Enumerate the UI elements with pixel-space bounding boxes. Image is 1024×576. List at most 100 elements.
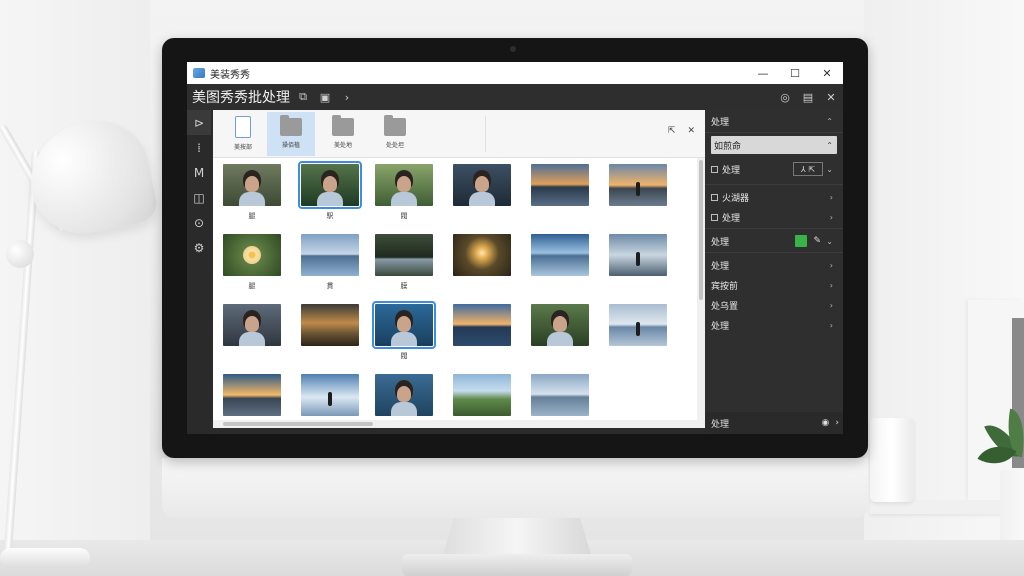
photo-silhouette bbox=[328, 392, 332, 406]
expand-button[interactable]: › bbox=[338, 88, 356, 106]
minimize-button[interactable]: — bbox=[747, 62, 779, 84]
color-swatch[interactable] bbox=[795, 235, 807, 247]
sticker-icon[interactable]: ⊙ bbox=[187, 210, 211, 235]
app-header-title: 美图秀秀批处理 bbox=[192, 90, 290, 106]
option-label: 处理 bbox=[722, 165, 741, 176]
collapse-icon[interactable]: ⇱ bbox=[668, 126, 676, 136]
photo-subject-body bbox=[239, 192, 265, 206]
settings-icon[interactable]: ⚙ bbox=[187, 235, 211, 260]
image-thumbnail[interactable] bbox=[609, 164, 667, 206]
image-thumbnail[interactable] bbox=[223, 304, 281, 346]
image-thumbnail[interactable] bbox=[531, 304, 589, 346]
photo-silhouette bbox=[636, 252, 640, 266]
folder-icon bbox=[280, 115, 302, 136]
divider bbox=[485, 116, 486, 152]
preview-button[interactable]: ◉ bbox=[822, 418, 830, 428]
folder-item[interactable]: 处处坦 bbox=[371, 112, 419, 156]
monitor-stand bbox=[402, 554, 632, 576]
folder-item[interactable]: 美处地 bbox=[319, 112, 367, 156]
image-thumbnail[interactable] bbox=[298, 161, 362, 209]
folder-icon bbox=[384, 115, 406, 136]
image-thumbnail[interactable] bbox=[223, 234, 281, 276]
adjust-icon[interactable]: ⁞ bbox=[187, 135, 211, 160]
panel-nav-row[interactable]: 处乌置 › bbox=[711, 296, 837, 314]
thumbnail-grid: 腿駅閥腿貫膜閥 bbox=[213, 158, 697, 420]
preset-select[interactable]: 如煎命 ⌃ bbox=[711, 136, 837, 154]
image-thumbnail[interactable] bbox=[301, 234, 359, 276]
option-label: 处理 bbox=[711, 237, 730, 248]
image-thumbnail[interactable] bbox=[531, 164, 589, 206]
photo-subject bbox=[397, 316, 411, 332]
panel-nav-row[interactable]: 宾按前 › bbox=[711, 276, 837, 294]
vertical-scrollbar[interactable] bbox=[697, 158, 705, 420]
panel-option-row[interactable]: 处理 ✎ ⌄ bbox=[711, 232, 837, 250]
text-icon[interactable]: M bbox=[187, 160, 211, 185]
panel-option-row[interactable]: 处理 ⅄ ⇱ ⌄ bbox=[711, 160, 837, 178]
photo-flower bbox=[243, 246, 261, 264]
chevron-down-icon[interactable]: ⌄ bbox=[826, 237, 833, 246]
image-thumbnail[interactable] bbox=[453, 374, 511, 416]
panel-option-row[interactable]: 火湖器 › bbox=[711, 188, 837, 206]
panel-option-row[interactable]: 处理 › bbox=[711, 208, 837, 226]
image-thumbnail[interactable] bbox=[301, 304, 359, 346]
folder-label: 美处地 bbox=[333, 142, 352, 149]
toolbar-close-button[interactable]: ✕ bbox=[822, 88, 840, 106]
search-button[interactable]: ◎ bbox=[776, 88, 794, 106]
image-thumbnail[interactable] bbox=[375, 164, 433, 206]
image-thumbnail[interactable] bbox=[531, 374, 589, 416]
horizontal-scrollbar[interactable] bbox=[213, 420, 705, 428]
monitor: 美装秀秀 — ☐ ✕ 美图秀秀批处理 ⧉ ▣ › ◎ ▤ ✕ ⊳ ⁞ M ◫ ⊙… bbox=[162, 38, 868, 458]
layers-button[interactable]: ⧉ bbox=[294, 88, 312, 106]
view-button[interactable]: ▣ bbox=[316, 88, 334, 106]
thumbnail-label: 駅 bbox=[326, 212, 334, 220]
image-thumbnail[interactable] bbox=[531, 234, 589, 276]
chevron-up-icon[interactable]: ⌃ bbox=[826, 117, 833, 126]
photo-subject bbox=[397, 176, 411, 192]
checkbox[interactable] bbox=[711, 193, 718, 201]
option-label: 宾按前 bbox=[711, 281, 739, 292]
lamp-base bbox=[0, 548, 90, 568]
maximize-button[interactable]: ☐ bbox=[779, 62, 811, 84]
folder-item[interactable]: 美按部 bbox=[219, 112, 267, 156]
photo-subject bbox=[245, 176, 259, 192]
checkbox[interactable] bbox=[711, 213, 718, 221]
thumbnail-label: 腿 bbox=[248, 212, 256, 220]
image-thumbnail[interactable] bbox=[301, 374, 359, 416]
image-thumbnail[interactable] bbox=[372, 301, 436, 349]
chevron-right-icon: › bbox=[829, 300, 833, 310]
panel-nav-row[interactable]: 处理 › bbox=[711, 316, 837, 334]
next-button[interactable]: › bbox=[835, 418, 839, 428]
option-label: 处理 bbox=[722, 213, 741, 224]
chevron-down-icon[interactable]: ⌄ bbox=[826, 165, 833, 174]
chevron-up-icon: ⌃ bbox=[826, 140, 833, 150]
tool-rail: ⊳ ⁞ M ◫ ⊙ ⚙ bbox=[187, 110, 211, 434]
checkbox[interactable] bbox=[711, 165, 718, 173]
close-icon[interactable]: ✕ bbox=[687, 126, 695, 136]
scrollbar-thumb[interactable] bbox=[699, 160, 703, 300]
close-button[interactable]: ✕ bbox=[811, 62, 843, 84]
image-thumbnail[interactable] bbox=[453, 164, 511, 206]
window-title: 美装秀秀 bbox=[210, 69, 250, 81]
panel-toggle-button[interactable]: ▤ bbox=[799, 88, 817, 106]
option-label: 处乌置 bbox=[711, 301, 739, 312]
folder-item-selected[interactable]: 操佰植 bbox=[267, 112, 315, 156]
monitor-neck bbox=[442, 518, 592, 558]
edit-icon[interactable]: ✎ bbox=[813, 236, 821, 246]
image-thumbnail[interactable] bbox=[223, 164, 281, 206]
folder-label: 操佰植 bbox=[281, 142, 300, 149]
option-button[interactable]: ⅄ ⇱ bbox=[793, 162, 823, 176]
image-thumbnail[interactable] bbox=[223, 374, 281, 416]
frame-icon[interactable]: ◫ bbox=[187, 185, 211, 210]
image-thumbnail[interactable] bbox=[375, 234, 433, 276]
image-thumbnail[interactable] bbox=[375, 374, 433, 416]
panel-nav-row[interactable]: 处理 › bbox=[711, 256, 837, 274]
thumbnail-label: 閥 bbox=[400, 352, 408, 360]
crop-icon[interactable]: ⊳ bbox=[187, 110, 211, 135]
image-thumbnail[interactable] bbox=[453, 234, 511, 276]
image-thumbnail[interactable] bbox=[609, 234, 667, 276]
thumbnail-label: 貫 bbox=[326, 282, 334, 290]
image-thumbnail[interactable] bbox=[453, 304, 511, 346]
image-thumbnail[interactable] bbox=[609, 304, 667, 346]
scrollbar-thumb[interactable] bbox=[223, 422, 373, 426]
thumbnail-label: 腿 bbox=[248, 282, 256, 290]
